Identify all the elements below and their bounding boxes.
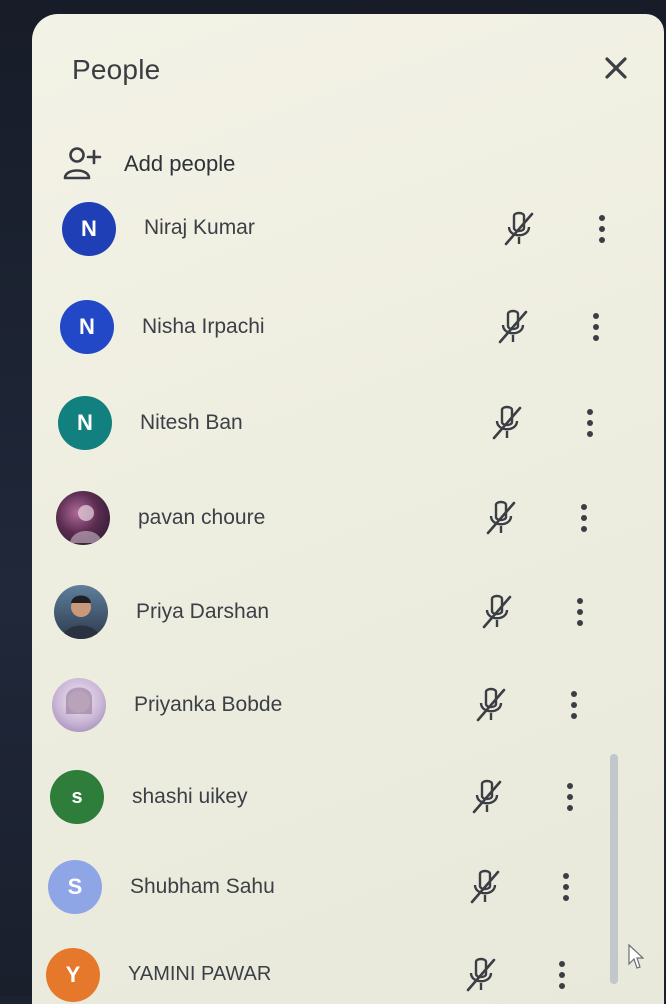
scrollbar-thumb[interactable]: [610, 754, 618, 984]
avatar-initial: s: [71, 785, 83, 808]
avatar: [52, 678, 106, 732]
photo-avatar-icon: [62, 595, 100, 639]
participant-name: Nisha Irpachi: [142, 315, 265, 338]
participant-name: YAMINI PAWAR: [128, 963, 272, 985]
participant-row[interactable]: N Niraj Kumar: [62, 194, 662, 264]
avatar: s: [50, 770, 104, 824]
participant-name: pavan choure: [138, 506, 266, 529]
participant-row[interactable]: N Nitesh Ban: [58, 388, 658, 458]
participant-row[interactable]: s shashi uikey: [50, 762, 650, 832]
avatar-initial: N: [79, 314, 95, 339]
avatar: N: [62, 202, 116, 256]
avatar: S: [48, 860, 102, 914]
photo-avatar-icon: [70, 505, 102, 543]
more-vertical-icon[interactable]: [574, 499, 594, 537]
more-vertical-icon[interactable]: [586, 308, 606, 346]
mic-off-icon: [472, 779, 502, 814]
mic-off-icon: [470, 869, 500, 904]
avatar-initial: Y: [65, 962, 81, 987]
participant-row[interactable]: Priyanka Bobde: [52, 670, 652, 740]
avatar: N: [58, 396, 112, 450]
avatar: [54, 585, 108, 639]
mic-off-icon: [466, 957, 496, 992]
more-vertical-icon[interactable]: [570, 593, 590, 631]
more-vertical-icon[interactable]: [592, 210, 612, 248]
participant-name: Priya Darshan: [136, 600, 270, 623]
more-vertical-icon[interactable]: [552, 956, 572, 994]
more-vertical-icon[interactable]: [556, 868, 576, 906]
mic-off-icon: [504, 211, 534, 246]
avatar-initial: N: [81, 216, 97, 241]
participant-list: N Niraj Kumar N Nisha Irpachi N Nitesh B…: [32, 14, 664, 1004]
more-vertical-icon[interactable]: [564, 686, 584, 724]
participant-row[interactable]: Priya Darshan: [54, 577, 654, 647]
people-panel: People Add people N Niraj Kumar N Nisha …: [32, 14, 664, 1004]
avatar: [56, 491, 110, 545]
more-vertical-icon[interactable]: [580, 404, 600, 442]
mouse-cursor-icon: [628, 944, 644, 969]
more-vertical-icon[interactable]: [560, 778, 580, 816]
mic-off-icon: [486, 500, 516, 535]
participant-name: Nitesh Ban: [140, 411, 243, 434]
participant-row[interactable]: N Nisha Irpachi: [60, 292, 660, 362]
mic-off-icon: [492, 405, 522, 440]
avatar-initial: S: [67, 874, 83, 899]
avatar: N: [60, 300, 114, 354]
avatar-initial: N: [77, 410, 93, 435]
participant-name: Niraj Kumar: [144, 216, 255, 239]
mic-off-icon: [476, 687, 506, 722]
participant-name: shashi uikey: [132, 785, 248, 808]
participant-name: Priyanka Bobde: [134, 693, 283, 716]
participant-row[interactable]: Y YAMINI PAWAR: [46, 940, 646, 1004]
mic-off-icon: [498, 309, 528, 344]
participant-name: Shubham Sahu: [130, 875, 275, 898]
participant-row[interactable]: pavan choure: [56, 483, 656, 553]
mic-off-icon: [482, 594, 512, 629]
avatar: Y: [46, 948, 100, 1002]
participant-row[interactable]: S Shubham Sahu: [48, 852, 648, 922]
photo-avatar-icon: [66, 687, 92, 714]
